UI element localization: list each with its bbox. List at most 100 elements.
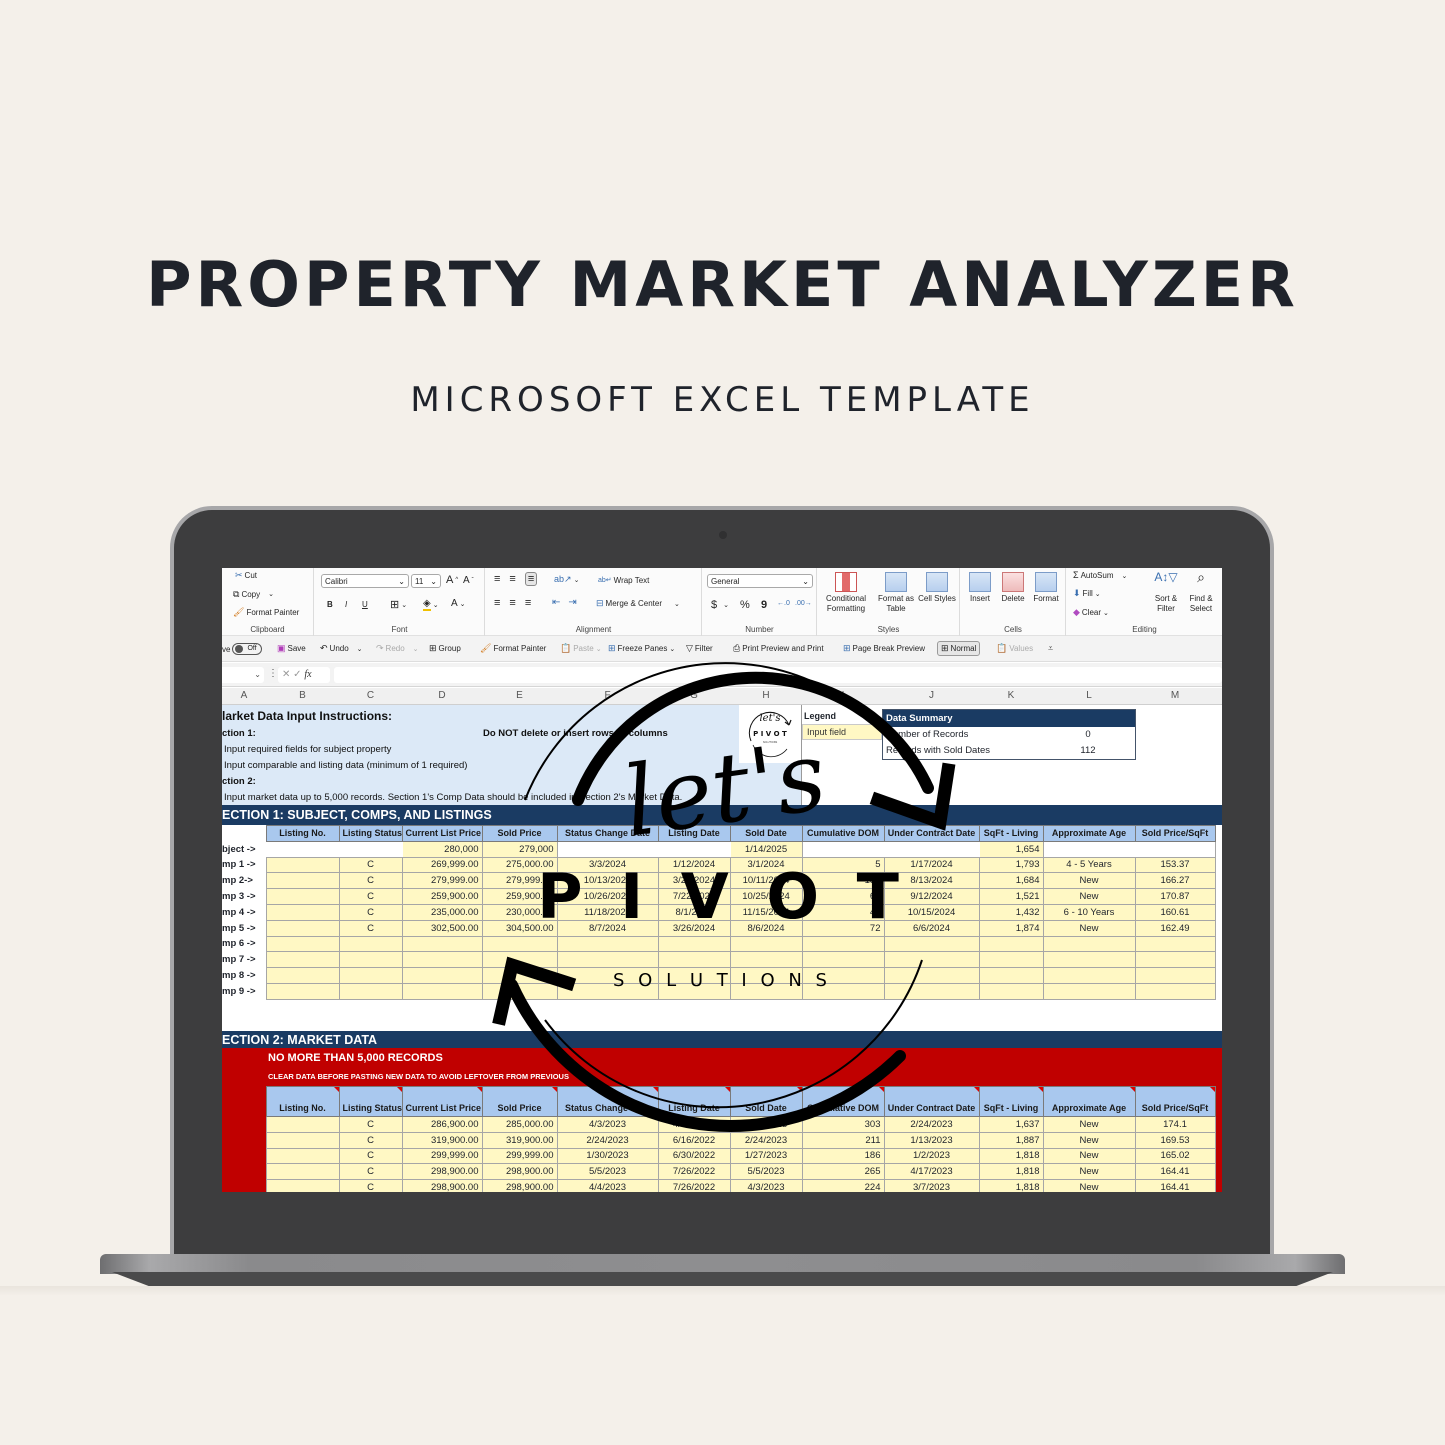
column-header-a[interactable]: A — [222, 690, 266, 701]
cell-styles-button[interactable]: Cell Styles — [918, 572, 956, 604]
table-cell[interactable] — [265, 935, 340, 953]
undo-button[interactable]: ↶ Undo ⌄ — [320, 644, 363, 654]
table-cell[interactable]: 2/24/2023 — [883, 1116, 980, 1133]
column-header-g[interactable]: G — [658, 690, 730, 701]
table-cell[interactable]: New — [1042, 872, 1136, 890]
customize-qat-button[interactable]: ⩡ — [1048, 644, 1053, 653]
table-cell[interactable]: New — [1042, 1163, 1136, 1181]
table-cell[interactable] — [401, 951, 483, 969]
table-cell[interactable]: 259,900.00 — [401, 888, 483, 905]
table-cell[interactable]: 1,432 — [978, 903, 1044, 921]
formula-input[interactable] — [334, 667, 1222, 683]
table-cell[interactable] — [481, 982, 558, 1000]
table-cell[interactable] — [883, 967, 980, 984]
table-cell[interactable] — [338, 935, 403, 953]
bold-button[interactable]: B — [327, 600, 333, 609]
table-cell[interactable] — [801, 935, 885, 953]
table-cell[interactable]: 10/13/2024 — [556, 872, 659, 890]
table-cell[interactable]: 1,818 — [978, 1179, 1044, 1192]
table-cell[interactable] — [657, 840, 731, 858]
table-cell[interactable]: 319,900.00 — [481, 1131, 558, 1149]
table-cell[interactable]: 1/30/2023 — [556, 1147, 659, 1165]
table-cell[interactable]: 3/26/2024 — [657, 919, 731, 937]
table-cell[interactable] — [657, 967, 731, 984]
decrease-font-button[interactable]: Aˇ — [463, 575, 474, 586]
table-cell[interactable] — [1042, 951, 1136, 969]
table-cell[interactable] — [265, 872, 340, 890]
fx-icon[interactable]: fx — [304, 669, 311, 680]
normal-view-button[interactable]: ⊞ Normal — [937, 641, 981, 656]
fill-color-button[interactable]: ◈ ⌄ — [423, 598, 439, 611]
table-cell[interactable] — [883, 982, 980, 1000]
column-header[interactable]: SqFt - Living — [978, 825, 1044, 842]
table-cell[interactable]: 166.27 — [1134, 872, 1216, 890]
table-cell[interactable] — [556, 982, 659, 1000]
comment-indicator-icon[interactable] — [551, 1087, 556, 1092]
comment-indicator-icon[interactable] — [878, 1087, 883, 1092]
autosave-toggle[interactable]: ve Off — [222, 643, 263, 655]
table-cell[interactable]: 275,000.00 — [481, 856, 558, 874]
orientation-button[interactable]: ab↗ ⌄ — [554, 574, 579, 585]
comment-indicator-icon[interactable] — [333, 1087, 338, 1092]
table-cell[interactable]: C — [338, 919, 403, 937]
table-cell[interactable] — [265, 888, 340, 905]
table-cell[interactable]: 1,818 — [978, 1147, 1044, 1165]
table-cell[interactable]: 8/7/2024 — [556, 919, 659, 937]
comment-indicator-icon[interactable] — [476, 1087, 481, 1092]
table-cell[interactable]: 285,000.00 — [481, 1116, 558, 1133]
redo-button[interactable]: ↷ Redo ⌄ — [376, 644, 419, 654]
table-cell[interactable]: 6/16/2022 — [657, 1131, 731, 1149]
increase-font-button[interactable]: A ^ — [446, 574, 458, 586]
table-cell[interactable]: 5 — [801, 856, 885, 874]
conditional-formatting-button[interactable]: Conditional Formatting — [820, 572, 872, 614]
table-cell[interactable]: 68 — [801, 888, 885, 905]
vertical-align-buttons[interactable]: ≡ ≡ ≡ — [494, 572, 538, 586]
font-size-select[interactable]: 11 ⌄ — [411, 574, 441, 588]
column-header-b[interactable]: B — [266, 690, 339, 701]
table-cell[interactable]: 174.1 — [1134, 1116, 1216, 1133]
table-cell[interactable]: 298,900.00 — [481, 1163, 558, 1181]
column-header[interactable]: Status Change Date — [556, 825, 659, 842]
table-cell[interactable]: 1,637 — [978, 1116, 1044, 1133]
table-cell[interactable]: 162.49 — [1134, 919, 1216, 937]
table-cell[interactable] — [338, 840, 403, 858]
table-cell[interactable]: 279,999.00 — [481, 872, 558, 890]
table-cell[interactable] — [401, 935, 483, 953]
toggle-switch[interactable]: Off — [232, 643, 263, 655]
table-cell[interactable] — [338, 982, 403, 1000]
fill-button[interactable]: ⬇ Fill ⌄ — [1073, 589, 1101, 599]
table-cell[interactable] — [1042, 967, 1136, 984]
copy-button[interactable]: ⧉ Copy ⌄ — [233, 590, 274, 600]
table-cell[interactable]: 211 — [801, 1131, 885, 1149]
table-cell[interactable]: 302,500.00 — [401, 919, 483, 937]
column-header[interactable]: Status Change Date — [556, 1086, 659, 1117]
column-header[interactable]: Listing Date — [657, 1086, 731, 1117]
table-cell[interactable] — [978, 935, 1044, 953]
table-cell[interactable] — [265, 1163, 340, 1181]
table-cell[interactable]: 10/26/2024 — [556, 888, 659, 905]
paste-values-button[interactable]: 📋 Values — [996, 644, 1033, 654]
table-cell[interactable]: 186 — [801, 1147, 885, 1165]
table-cell[interactable]: 10/15/2024 — [883, 903, 980, 921]
clear-button[interactable]: ◆ Clear ⌄ — [1073, 608, 1109, 618]
table-cell[interactable] — [801, 840, 885, 858]
table-cell[interactable] — [265, 1131, 340, 1149]
table-cell[interactable]: 1/14/2025 — [729, 840, 803, 858]
column-header-k[interactable]: K — [979, 690, 1043, 701]
horizontal-align-buttons[interactable]: ≡ ≡ ≡ — [494, 597, 538, 609]
column-header[interactable]: Current List Price — [401, 825, 483, 842]
table-cell[interactable] — [556, 967, 659, 984]
table-cell[interactable]: 1,887 — [978, 1131, 1044, 1149]
underline-button[interactable]: U — [362, 600, 368, 609]
table-cell[interactable] — [481, 935, 558, 953]
table-cell[interactable] — [556, 840, 659, 858]
column-header-e[interactable]: E — [482, 690, 557, 701]
table-cell[interactable]: 7/22/2024 — [657, 888, 731, 905]
table-cell[interactable]: 164.41 — [1134, 1163, 1216, 1181]
font-name-select[interactable]: Calibri ⌄ — [321, 574, 409, 588]
table-cell[interactable] — [338, 967, 403, 984]
table-cell[interactable]: 298,900.00 — [481, 1179, 558, 1192]
table-cell[interactable] — [1134, 951, 1216, 969]
column-header[interactable]: Approximate Age — [1042, 825, 1136, 842]
table-cell[interactable]: New — [1042, 1131, 1136, 1149]
